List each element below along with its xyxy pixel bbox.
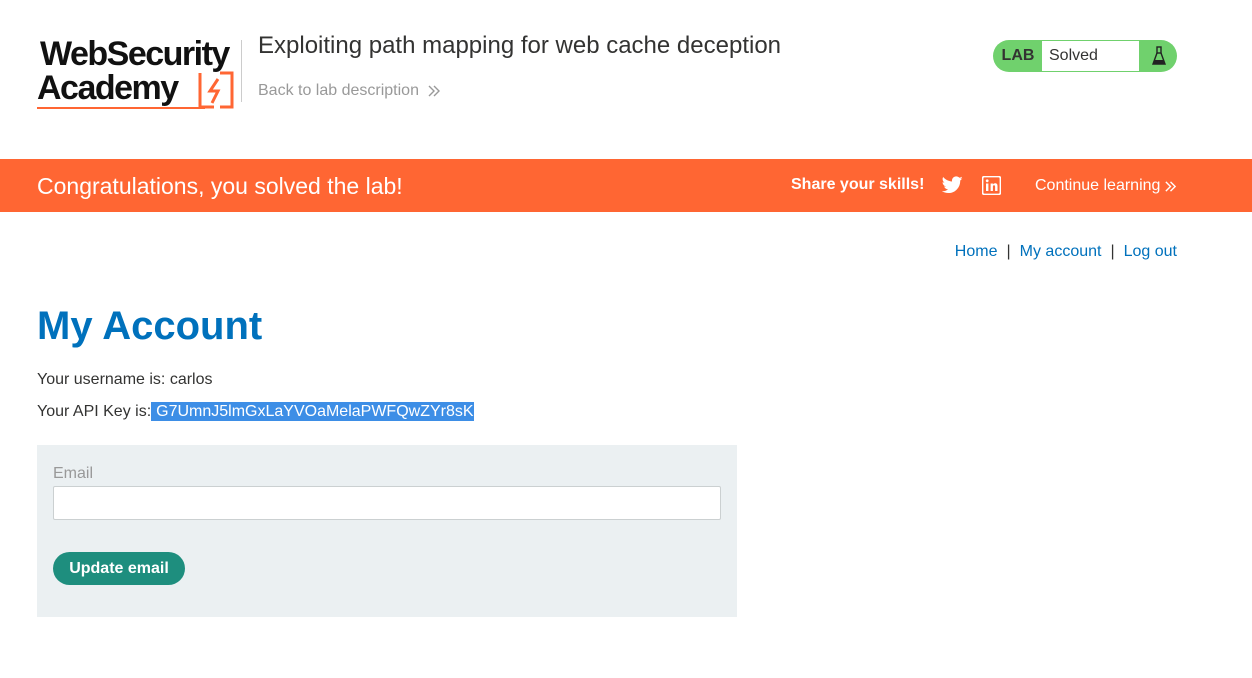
nav-separator: |: [1110, 243, 1115, 260]
lab-title: Exploiting path mapping for web cache de…: [258, 32, 782, 59]
continue-learning-link[interactable]: Continue learning: [1035, 177, 1177, 195]
api-key-line: Your API Key is: G7UmnJ5lmGxLaYVOaMelaPWF…: [37, 402, 474, 421]
update-email-form: Email Update email: [37, 445, 737, 617]
api-key-prefix: Your API Key is:: [37, 403, 152, 420]
double-chevron-right-icon: [1165, 180, 1177, 192]
nav-separator: |: [1006, 243, 1011, 260]
header-divider: [241, 40, 242, 102]
flask-icon: [1140, 40, 1177, 72]
update-email-button[interactable]: Update email: [53, 552, 185, 585]
logo-line1: WebSecurity: [40, 35, 230, 73]
email-label: Email: [53, 465, 94, 482]
back-link-label: Back to lab description: [258, 82, 419, 99]
logo-bolt-icon: [198, 71, 234, 109]
nav-home-link[interactable]: Home: [955, 243, 998, 260]
logo-underline: [37, 107, 205, 109]
page-title: My Account: [37, 304, 263, 348]
username-text: Your username is: carlos: [37, 371, 213, 388]
logo-line2: Academy: [37, 69, 179, 107]
twitter-icon[interactable]: [942, 176, 963, 194]
nav-log-out-link[interactable]: Log out: [1124, 243, 1177, 260]
double-chevron-right-icon: [428, 85, 440, 97]
congratulations-message: Congratulations, you solved the lab!: [37, 173, 403, 199]
lab-status-widget: LAB Solved: [993, 40, 1177, 72]
lab-status-value: Solved: [1041, 40, 1140, 72]
linkedin-icon[interactable]: [982, 176, 1001, 195]
api-key-value[interactable]: G7UmnJ5lmGxLaYVOaMelaPWFQwZYr8sK: [151, 402, 474, 421]
share-skills-text: Share your skills!: [791, 176, 925, 193]
nav-my-account-link[interactable]: My account: [1020, 243, 1102, 260]
back-to-lab-description-link[interactable]: Back to lab description: [258, 82, 441, 100]
email-input[interactable]: [53, 486, 721, 520]
solved-banner: Congratulations, you solved the lab! Sha…: [0, 159, 1252, 212]
lab-status-label: LAB: [1001, 47, 1035, 64]
page-header: WebSecurity Academy Exploiting path mapp…: [0, 0, 1252, 159]
web-security-academy-logo[interactable]: WebSecurity Academy: [37, 35, 239, 112]
top-navigation: Home | My account | Log out: [955, 243, 1177, 261]
continue-learning-label: Continue learning: [1035, 177, 1161, 194]
